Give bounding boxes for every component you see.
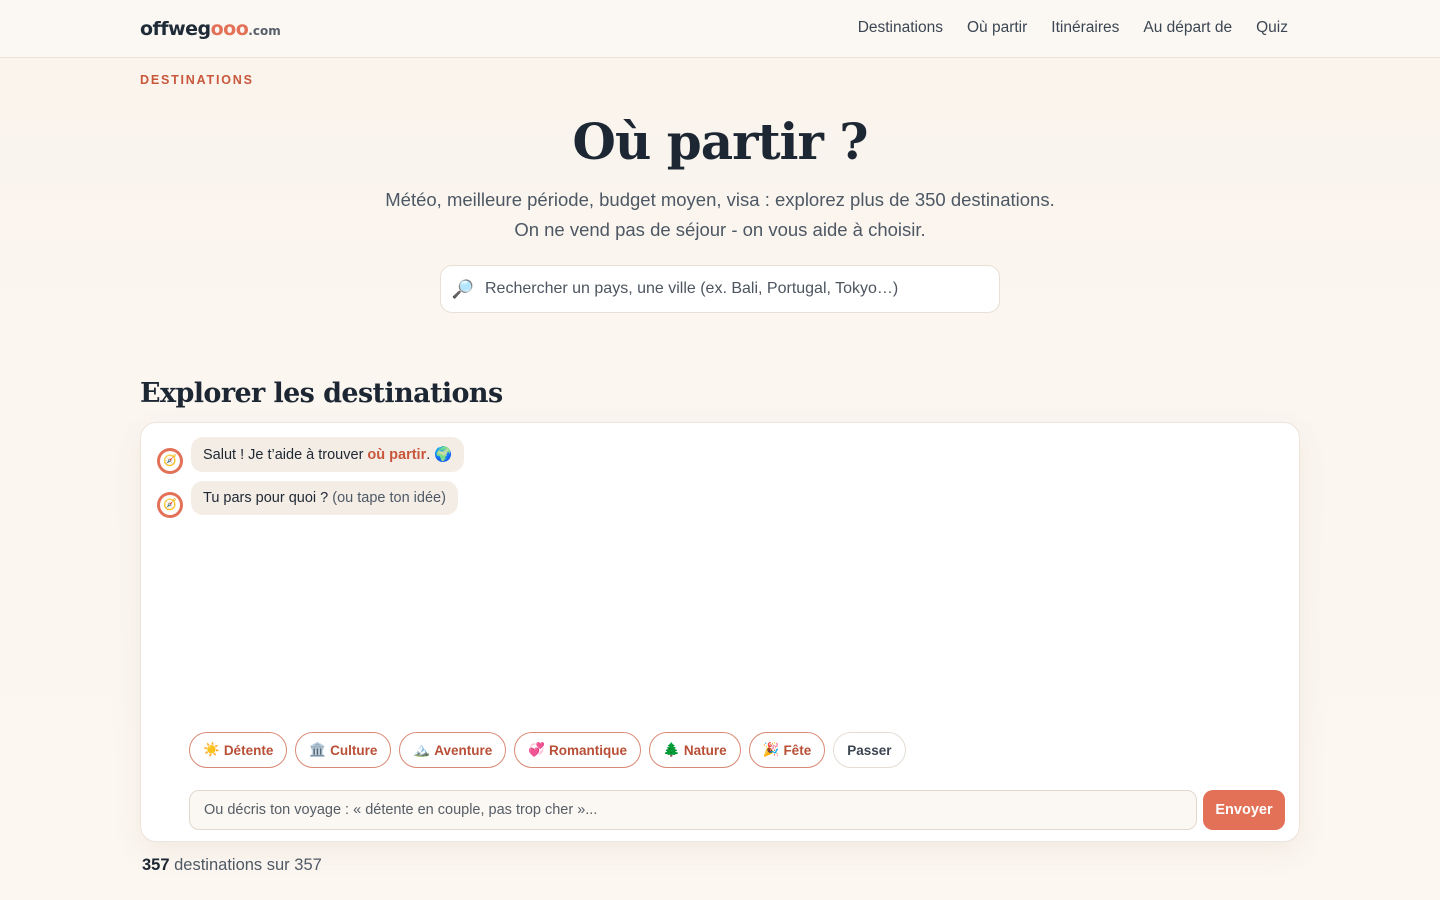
chat-message: 🧭 Salut ! Je t’aide à trouver où partir.… (157, 437, 465, 474)
send-button[interactable]: Envoyer (1203, 790, 1285, 830)
chip-label: Détente (223, 742, 274, 758)
chat-assistant-card: 🧭 Salut ! Je t’aide à trouver où partir.… (140, 422, 1300, 842)
nav-link-au-depart-de[interactable]: Au départ de (1143, 19, 1232, 37)
nav-link-destinations[interactable]: Destinations (858, 19, 943, 37)
party-popper-icon: 🎉 (762, 742, 780, 757)
message-text: Tu pars pour quoi ? (203, 490, 333, 506)
logo-text-accent: ooo (210, 18, 249, 40)
chip-label: Aventure (434, 742, 493, 758)
tree-icon: 🌲 (663, 742, 680, 757)
nav-link-quiz[interactable]: Quiz (1256, 19, 1288, 37)
main-nav: Destinations Où partir Itinéraires Au dé… (858, 19, 1288, 37)
section-title: Explorer les destinations (140, 378, 503, 409)
logo-text-domain: .com (248, 24, 281, 38)
mountain-icon: 🏔️ (413, 742, 431, 757)
nav-link-ou-partir[interactable]: Où partir (967, 19, 1027, 37)
breadcrumb-eyebrow: DESTINATIONS (140, 73, 254, 87)
top-navbar: offwegooo.com Destinations Où partir Iti… (0, 0, 1440, 58)
results-count-number: 357 (142, 856, 170, 874)
skip-button[interactable]: Passer (833, 732, 906, 768)
search-icon: 🔎 (451, 278, 475, 299)
subtitle-line-2: On ne vend pas de séjour - on vous aide … (514, 219, 926, 240)
chat-message: 🧭 Tu pars pour quoi ? (ou tape ton idée) (157, 481, 458, 518)
chat-composer (189, 790, 1197, 830)
quick-reply-chips: ☀️ Détente 🏛️ Culture 🏔️ Aventure 💞 Romantiq… (189, 732, 906, 768)
chip-label: Romantique (549, 742, 628, 758)
hearts-icon: 💞 (528, 742, 546, 757)
message-text-end: . 🌍 (426, 447, 453, 463)
chip-label: Nature (683, 742, 727, 758)
message-highlight: où partir (367, 447, 427, 463)
trip-description-input[interactable] (204, 802, 1196, 818)
results-count-text: destinations sur 357 (169, 856, 322, 874)
message-text: Salut ! Je t’aide à trouver (203, 447, 368, 463)
chip-label: Fête (783, 742, 812, 758)
logo-text-main: offweg (140, 18, 211, 40)
destination-search: 🔎 (440, 265, 1000, 313)
page-subtitle: Météo, meilleure période, budget moyen, … (0, 185, 1440, 245)
site-logo[interactable]: offwegooo.com (140, 18, 281, 40)
chip-nature[interactable]: 🌲 Nature (649, 732, 741, 768)
compass-icon: 🧭 (160, 451, 180, 471)
compass-icon: 🧭 (160, 495, 180, 515)
sun-icon: ☀️ (203, 742, 220, 757)
chip-culture[interactable]: 🏛️ Culture (295, 732, 392, 768)
chip-aventure[interactable]: 🏔️ Aventure (399, 732, 507, 768)
chip-romantique[interactable]: 💞 Romantique (514, 732, 642, 768)
museum-icon: 🏛️ (309, 742, 327, 757)
nav-link-itineraires[interactable]: Itinéraires (1051, 19, 1119, 37)
page-title: Où partir ? (572, 112, 868, 171)
chip-label: Culture (330, 742, 378, 758)
search-input[interactable] (485, 266, 999, 312)
bot-avatar: 🧭 (157, 492, 183, 518)
message-hint: (ou tape ton idée) (332, 490, 446, 506)
subtitle-line-1: Météo, meilleure période, budget moyen, … (385, 189, 1055, 210)
bot-avatar: 🧭 (157, 448, 183, 474)
chat-bubble: Tu pars pour quoi ? (ou tape ton idée) (191, 481, 458, 515)
chip-fete[interactable]: 🎉 Fête (748, 732, 826, 768)
chip-detente[interactable]: ☀️ Détente (189, 732, 288, 768)
chat-bubble: Salut ! Je t’aide à trouver où partir. 🌍 (191, 437, 465, 472)
results-count: 357 destinations sur 357 (142, 856, 322, 875)
